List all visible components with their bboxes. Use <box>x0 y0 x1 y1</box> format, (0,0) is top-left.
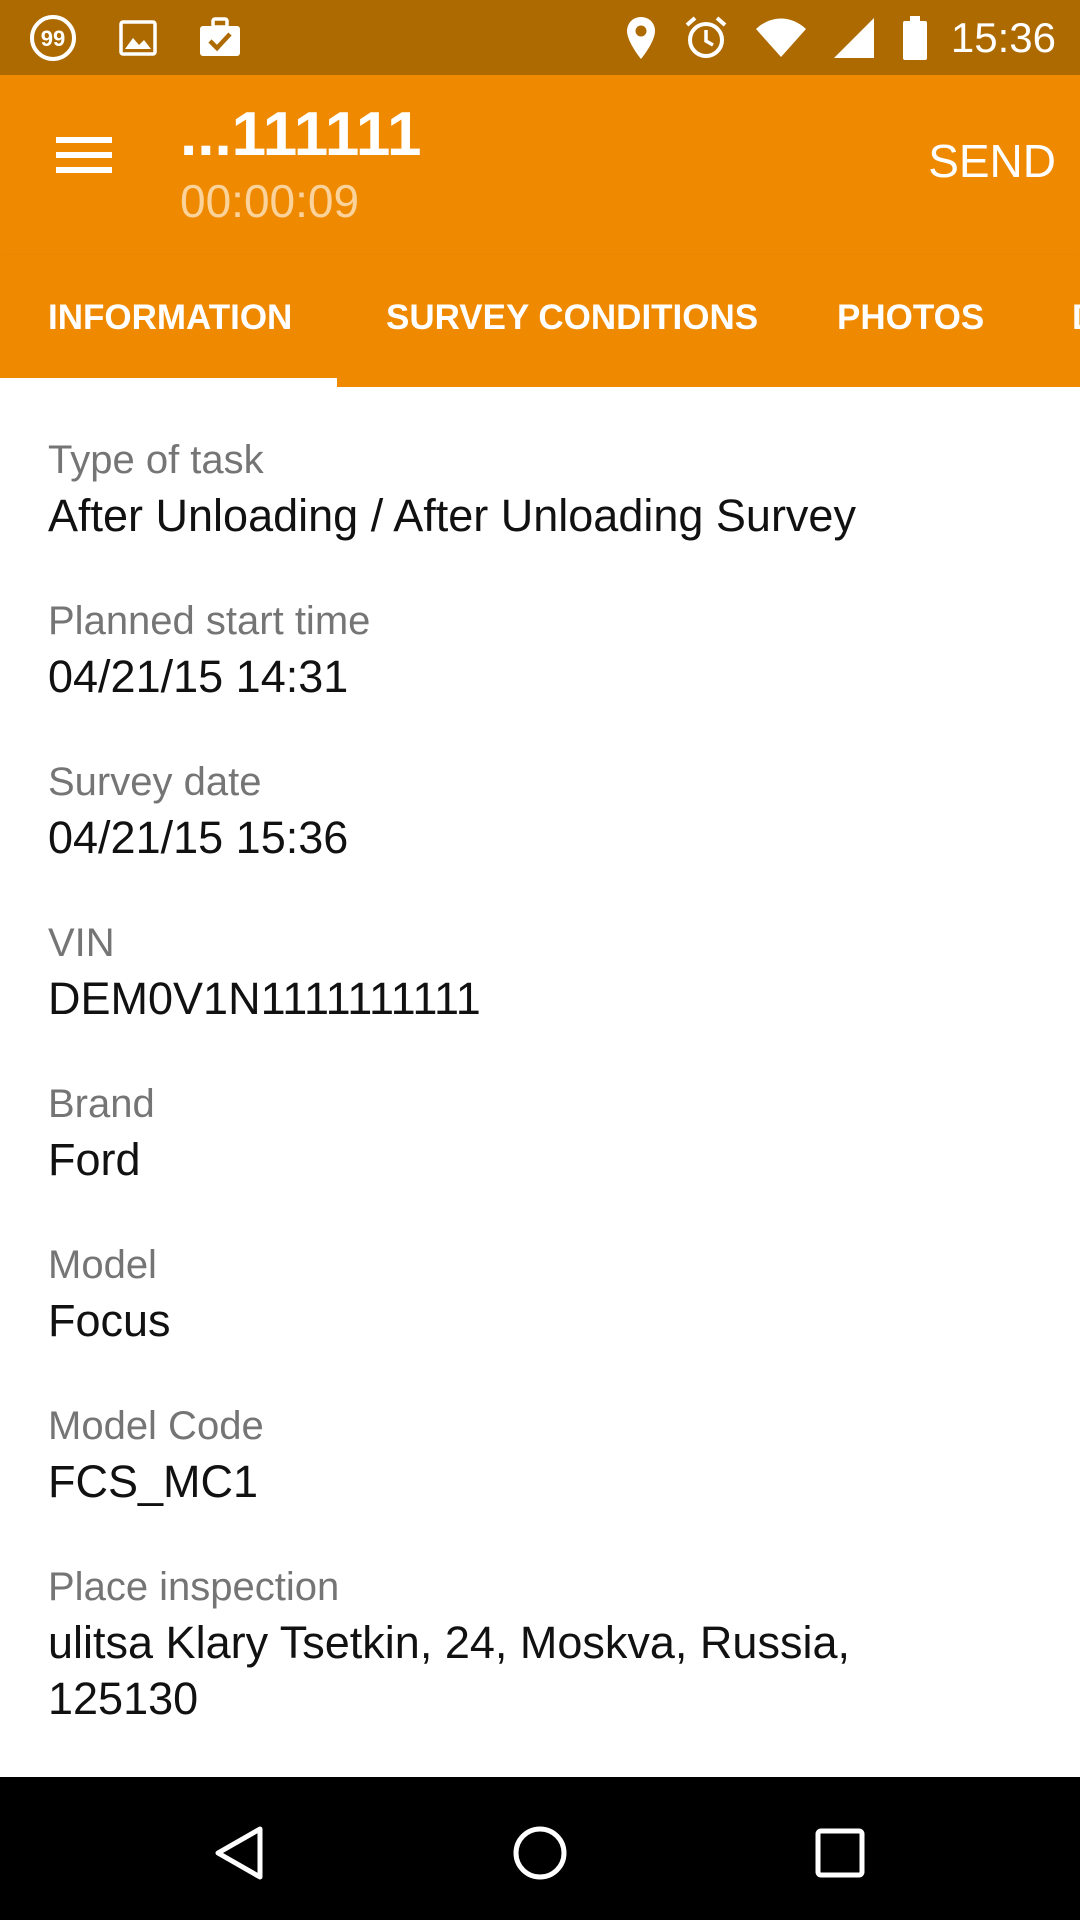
tab-overflow-partial[interactable]: D <box>1072 255 1080 387</box>
field-vin: VIN DEM0V1N1111111111 <box>48 915 1040 1027</box>
field-model-code: Model Code FCS_MC1 <box>48 1398 1040 1510</box>
back-icon <box>215 1826 263 1880</box>
field-value: Focus <box>48 1295 171 1346</box>
menu-button[interactable] <box>36 115 132 195</box>
field-label: Planned start time <box>48 599 371 643</box>
field-value-line-1: ulitsa Klary Tsetkin, 24, Moskva, Russia… <box>48 1617 850 1668</box>
field-value: 04/21/15 15:36 <box>48 812 349 863</box>
tab-survey-conditions[interactable]: SURVEY CONDITIONS <box>386 255 758 387</box>
field-value-line-2: 125130 <box>48 1673 199 1724</box>
status-right-icons: 15:36 <box>599 14 1056 62</box>
tab-photos[interactable]: PHOTOS <box>837 255 984 387</box>
field-model: Model Focus <box>48 1237 1040 1349</box>
selected-tab-indicator <box>0 378 337 387</box>
recent-apps-icon <box>815 1828 865 1878</box>
location-icon <box>625 15 657 61</box>
status-time: 15:36 <box>950 13 1056 61</box>
app-bar: ...111111 00:00:09 SEND <box>0 75 1080 255</box>
hamburger-menu-icon <box>56 137 112 173</box>
recent-apps-button[interactable] <box>800 1813 880 1893</box>
home-button[interactable] <box>500 1813 580 1893</box>
signal-icon <box>833 17 875 59</box>
field-value: FCS_MC1 <box>48 1456 259 1507</box>
field-label: Brand <box>48 1082 155 1126</box>
back-button[interactable] <box>200 1813 280 1893</box>
tab-information[interactable]: INFORMATION <box>48 255 292 387</box>
field-planned-start-time: Planned start time 04/21/15 14:31 <box>48 593 1040 705</box>
briefcase-check-icon <box>198 16 242 60</box>
badge-text: 99 <box>41 26 65 51</box>
information-panel: Type of task After Unloading / After Unl… <box>0 387 1080 1777</box>
title-block: ...111111 00:00:09 <box>180 97 421 229</box>
field-label: VIN <box>48 921 115 965</box>
field-label: Type of task <box>48 438 264 482</box>
field-value: DEM0V1N1111111111 <box>48 973 481 1024</box>
send-button[interactable]: SEND <box>928 127 1056 195</box>
field-survey-date: Survey date 04/21/15 15:36 <box>48 754 1040 866</box>
page-title: ...111111 <box>180 100 422 169</box>
field-value: 04/21/15 14:31 <box>48 651 349 702</box>
field-value: After Unloading / After Unloading Survey <box>48 490 856 541</box>
elapsed-timer: 00:00:09 <box>180 175 360 227</box>
status-left-icons: 99 <box>28 13 282 63</box>
field-label: Place inspection <box>48 1565 340 1609</box>
home-icon <box>513 1826 567 1880</box>
alarm-icon <box>683 15 729 61</box>
tab-bar: INFORMATION SURVEY CONDITIONS PHOTOS D <box>0 255 1080 387</box>
wifi-icon <box>755 17 807 59</box>
status-bar: 99 15:36 <box>0 0 1080 75</box>
badge-99-icon: 99 <box>28 13 78 63</box>
system-nav-bar <box>0 1777 1080 1920</box>
field-value: Ford <box>48 1134 141 1185</box>
battery-icon <box>901 15 929 61</box>
field-label: Model <box>48 1243 157 1287</box>
field-place-inspection: Place inspection ulitsa Klary Tsetkin, 2… <box>48 1559 1040 1727</box>
field-label: Survey date <box>48 760 262 804</box>
image-icon <box>118 18 158 58</box>
field-brand: Brand Ford <box>48 1076 1040 1188</box>
field-label: Model Code <box>48 1404 264 1448</box>
field-type-of-task: Type of task After Unloading / After Unl… <box>48 432 1040 544</box>
